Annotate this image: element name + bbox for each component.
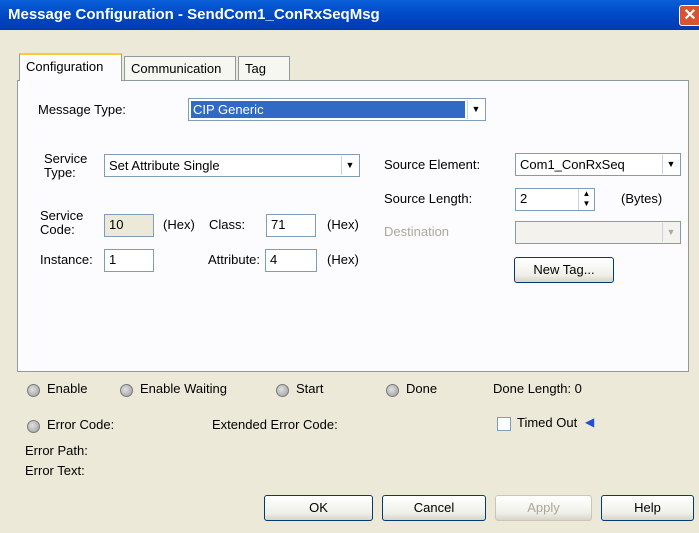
source-length-label: Source Length: [384,191,473,206]
class-label: Class: [209,217,246,232]
enable-status: Enable [47,381,88,396]
done-length-status: Done Length: 0 [493,381,582,396]
error-code-indicator-icon [27,420,40,433]
tab-communication[interactable]: Communication [124,56,236,80]
bytes-label: (Bytes) [621,191,663,206]
service-type-label-1: Service [44,151,88,166]
source-element-value: Com1_ConRxSeq [520,157,625,172]
service-code-field: 10 [104,214,154,237]
message-type-value: CIP Generic [191,101,465,118]
hex-label-attribute: (Hex) [327,252,359,267]
attribute-label: Attribute: [208,252,261,267]
hex-label-service-code: (Hex) [163,217,195,232]
timed-out-label: Timed Out [517,415,578,430]
message-type-label: Message Type: [38,102,126,117]
extended-error-code-label: Extended Error Code: [212,417,338,432]
close-button[interactable]: ✕ [679,5,699,26]
start-status: Start [296,381,324,396]
timed-out-checkbox[interactable] [497,417,511,431]
attribute-field[interactable]: 4 [265,249,317,272]
instance-field[interactable]: 1 [104,249,154,272]
error-text-label: Error Text: [25,463,85,478]
enable-waiting-status: Enable Waiting [140,381,227,396]
message-type-select[interactable]: CIP Generic ▼ [188,98,486,121]
tab-tag[interactable]: Tag [238,56,290,80]
new-tag-button[interactable]: New Tag... [514,257,614,283]
instance-label: Instance: [40,252,93,267]
ok-button[interactable]: OK [264,495,373,521]
destination-label: Destination [384,224,450,239]
chevron-down-icon[interactable]: ▼ [341,156,358,175]
source-element-label: Source Element: [384,157,481,172]
service-type-value: Set Attribute Single [109,158,220,173]
arrow-left-icon: ◀ [585,415,595,429]
service-code-label-2: Code: [40,222,75,237]
hex-label-class: (Hex) [327,217,359,232]
error-path-label: Error Path: [25,443,88,458]
enable-waiting-indicator-icon [120,384,133,397]
source-length-spinner[interactable]: ▲ ▼ [578,189,594,210]
enable-indicator-icon [27,384,40,397]
error-code-label: Error Code: [47,417,115,432]
service-type-select[interactable]: Set Attribute Single ▼ [104,154,360,177]
source-element-select[interactable]: Com1_ConRxSeq ▼ [515,153,681,176]
start-indicator-icon [276,384,289,397]
service-type-label-2: Type: [44,165,76,180]
window-title: Message Configuration - SendCom1_ConRxSe… [8,6,380,23]
chevron-down-icon[interactable]: ▼ [467,100,484,119]
cancel-button[interactable]: Cancel [382,495,486,521]
done-indicator-icon [386,384,399,397]
service-code-label-1: Service [40,208,84,223]
destination-select: ▼ [515,221,681,244]
help-button[interactable]: Help [601,495,694,521]
done-status: Done [406,381,438,396]
apply-button: Apply [495,495,592,521]
chevron-down-icon: ▼ [662,223,679,242]
class-field[interactable]: 71 [266,214,316,237]
tab-configuration[interactable]: Configuration [19,53,122,81]
chevron-down-icon[interactable]: ▼ [662,155,679,174]
